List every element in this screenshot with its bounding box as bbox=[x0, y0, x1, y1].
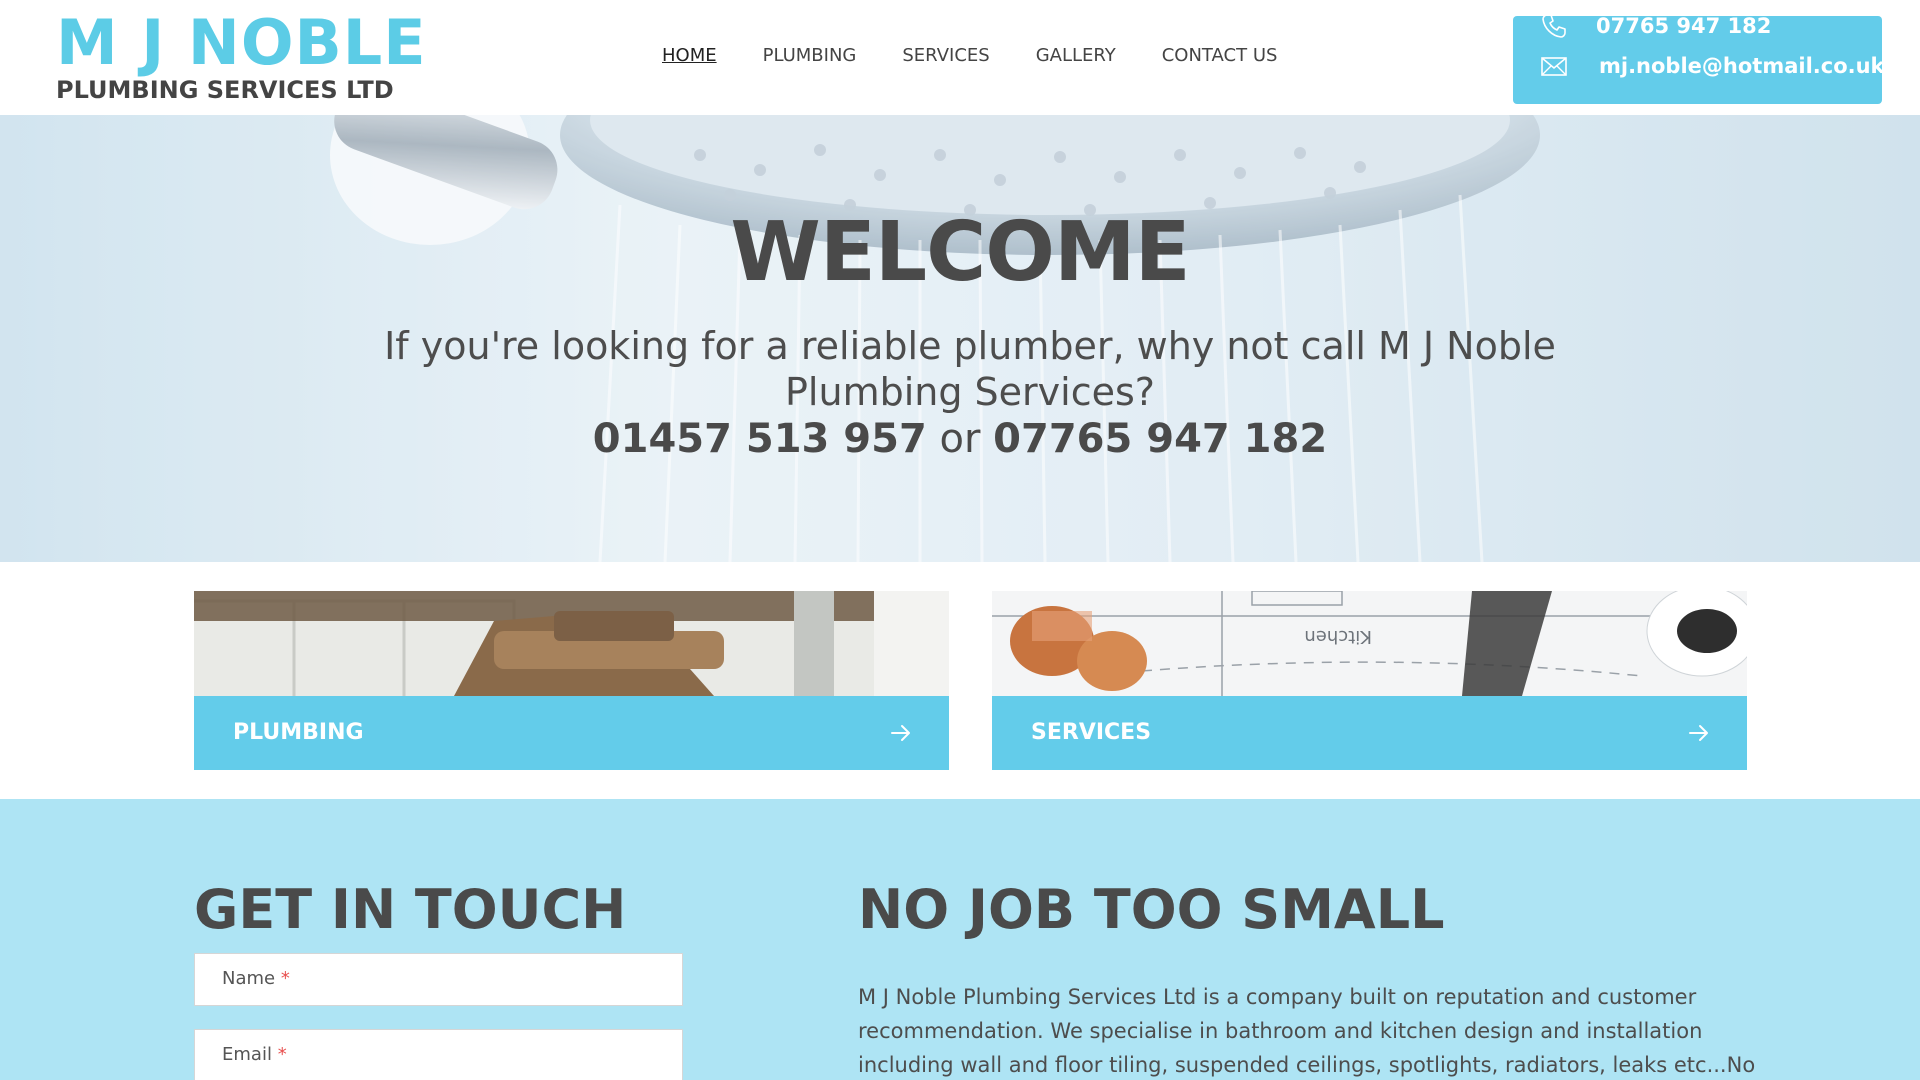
svg-text:Kitchen: Kitchen bbox=[1304, 626, 1372, 647]
logo-subtitle: PLUMBING SERVICES LTD bbox=[56, 76, 394, 104]
phone-icon bbox=[1542, 14, 1566, 38]
hero-phone-1[interactable]: 01457 513 957 bbox=[593, 416, 927, 462]
plumbing-card[interactable]: PLUMBING bbox=[194, 591, 949, 770]
site-header: M J NOBLE PLUMBING SERVICES LTD HOME PLU… bbox=[0, 0, 1920, 115]
arrow-right-icon bbox=[1689, 725, 1708, 741]
logo[interactable]: M J NOBLE PLUMBING SERVICES LTD bbox=[56, 6, 427, 105]
kitchen-plan-image: Kitchen bbox=[992, 591, 1747, 696]
required-mark: * bbox=[280, 968, 290, 989]
hero-text: If you're looking for a reliable plumber… bbox=[384, 324, 1556, 414]
nav-contact-us[interactable]: CONTACT US bbox=[1162, 44, 1278, 68]
plumbing-card-bar: PLUMBING bbox=[194, 696, 949, 770]
email-field-label: Email * bbox=[222, 1044, 287, 1065]
no-job-too-small-title: NO JOB TOO SMALL bbox=[858, 878, 1445, 941]
wrench-image bbox=[194, 591, 949, 696]
main-nav: HOME PLUMBING SERVICES GALLERY CONTACT U… bbox=[662, 44, 1323, 68]
hero-phone-line: 01457 513 957 or 07765 947 182 bbox=[0, 415, 1920, 463]
name-field-label: Name * bbox=[222, 968, 290, 989]
name-field[interactable]: Name * bbox=[194, 953, 683, 1006]
services-card-label: SERVICES bbox=[1031, 720, 1152, 745]
hero-banner: WELCOME If you're looking for a reliable… bbox=[0, 115, 1920, 562]
email-field[interactable]: Email * bbox=[194, 1029, 683, 1080]
bottom-section: GET IN TOUCH Name * Email * NO JOB TOO S… bbox=[0, 799, 1920, 1080]
contact-phone: 07765 947 182 bbox=[1596, 14, 1772, 38]
required-mark: * bbox=[277, 1044, 287, 1065]
contact-email: mj.noble@hotmail.co.uk bbox=[1599, 54, 1885, 78]
hero-phone-2[interactable]: 07765 947 182 bbox=[993, 416, 1327, 462]
get-in-touch-title: GET IN TOUCH bbox=[194, 878, 627, 941]
nav-gallery[interactable]: GALLERY bbox=[1036, 44, 1116, 68]
contact-box: 07765 947 182 mj.noble@hotmail.co.uk bbox=[1513, 14, 1885, 104]
nav-services[interactable]: SERVICES bbox=[902, 44, 989, 68]
nav-home[interactable]: HOME bbox=[662, 44, 717, 68]
no-job-text: M J Noble Plumbing Services Ltd is a com… bbox=[858, 985, 1756, 1077]
plumbing-card-label: PLUMBING bbox=[233, 720, 364, 745]
nav-plumbing[interactable]: PLUMBING bbox=[763, 44, 857, 68]
services-card-bar: SERVICES bbox=[992, 696, 1747, 770]
arrow-right-icon bbox=[891, 725, 910, 741]
services-card[interactable]: Kitchen SERVICES bbox=[992, 591, 1747, 770]
logo-title: M J NOBLE bbox=[56, 6, 427, 79]
hero-title: WELCOME bbox=[730, 205, 1190, 300]
envelope-icon bbox=[1541, 57, 1567, 76]
hero-phone-connector: or bbox=[926, 416, 994, 462]
